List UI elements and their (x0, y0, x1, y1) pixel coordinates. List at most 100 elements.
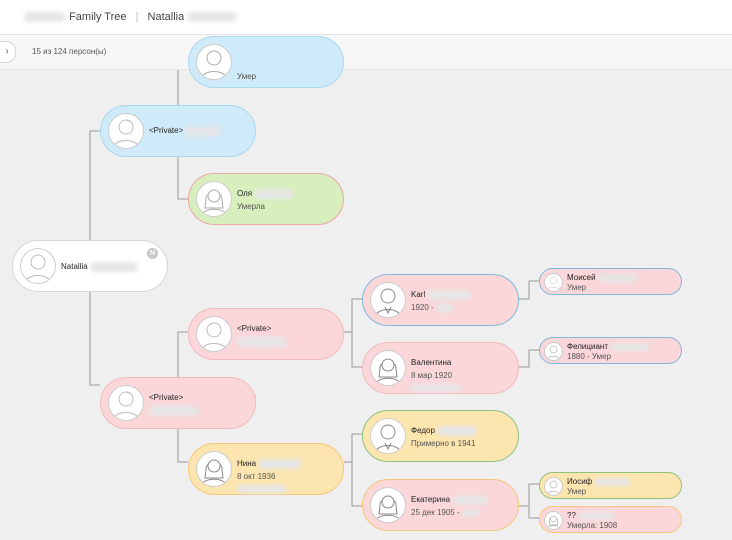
blurred-surname (610, 342, 651, 351)
person-name-label: Иосиф (567, 477, 631, 486)
person-count: 15 из 124 персон(ы) (32, 47, 107, 56)
silhouette-avatar-icon (108, 113, 144, 149)
blurred-surname (597, 273, 638, 282)
person-name-text: Оля (237, 189, 253, 199)
person-name-text: Фелициант (567, 342, 608, 351)
person-name-text: Валентина (411, 358, 452, 367)
person-life-info: Умер (567, 487, 587, 496)
person-name-text: Моисей (567, 273, 596, 282)
person-card-private-paternal[interactable]: <Private> (100, 105, 256, 157)
person-life-text: 1920 - (411, 303, 434, 313)
person-name[interactable]: Natallia (148, 11, 185, 23)
blurred-surname (452, 495, 489, 505)
male-avatar-icon (544, 342, 563, 361)
silhouette-avatar-icon (20, 248, 56, 284)
person-name-label: Моисей (567, 273, 638, 282)
blurred-detail (237, 337, 287, 347)
blurred-surname (258, 459, 303, 469)
person-name-label: Оля (237, 189, 295, 199)
blurred-surname (89, 262, 138, 272)
blurred-place (237, 484, 287, 493)
person-life-info: Умер (237, 72, 257, 81)
header-separator: | (135, 11, 139, 23)
person-life-info: Умерла: 1908 (567, 521, 618, 530)
tree-title[interactable]: Family Tree (69, 11, 126, 23)
person-name-label: <Private> (149, 393, 184, 402)
person-life-text: 25 дек 1905 - (411, 508, 460, 517)
person-name-text: Екатерина (411, 495, 451, 505)
person-card-private-maternal-father[interactable]: <Private> (188, 308, 344, 360)
blurred-detail (237, 484, 287, 493)
person-card-olya[interactable]: Оля Умерла (188, 173, 344, 225)
male-avatar-icon (544, 477, 563, 496)
person-name-text: ?? (567, 511, 576, 520)
header-breadcrumb: Family Tree | Natallia (24, 11, 238, 23)
person-name-label: Федор (411, 426, 478, 436)
silhouette-avatar-icon (544, 273, 563, 292)
female-avatar-icon (370, 487, 406, 523)
blurred-surname (427, 290, 472, 300)
person-name-text: Natallia (61, 262, 88, 272)
person-name-label: Валентина (411, 358, 451, 367)
silhouette-avatar-icon (196, 316, 232, 352)
sidebar-toggle-button[interactable]: › (0, 41, 16, 63)
person-life-info: 25 дек 1905 - (411, 508, 480, 517)
person-card-iosif[interactable]: Иосиф Умер (539, 472, 682, 499)
person-name-label: Natallia (61, 262, 138, 272)
person-card-root[interactable]: Natallia N (12, 240, 168, 292)
person-card-moisey[interactable]: Моисей Умер (539, 268, 682, 295)
person-card-fedor[interactable]: Федор Примерно в 1941 (362, 410, 519, 462)
blurred-surname (237, 337, 287, 347)
person-name-text: Karl (411, 290, 426, 300)
male-avatar-icon (196, 44, 232, 80)
female-avatar-icon (544, 511, 563, 530)
male-avatar-icon (370, 418, 406, 454)
person-name-text: <Private> (149, 126, 184, 136)
person-name-label: Фелициант (567, 342, 651, 351)
person-card-karl[interactable]: Karl 1920 - (362, 274, 519, 326)
app-header: Family Tree | Natallia (0, 0, 732, 35)
blurred-surname (24, 12, 66, 23)
person-name-label: <Private> (149, 126, 222, 136)
blurred-surname (149, 406, 199, 416)
toolbar: › 15 из 124 персон(ы) (0, 35, 732, 70)
female-avatar-icon (196, 181, 232, 217)
blurred-surname (437, 426, 478, 436)
blurred-surname (185, 126, 222, 136)
person-life-info: Примерно в 1941 (411, 439, 476, 448)
person-card-ekaterina[interactable]: Екатерина 25 дек 1905 - (362, 479, 519, 531)
tree-canvas[interactable]: Умер <Private> Оля Умерла Natallia N <Pr… (0, 36, 732, 540)
person-name-text: Иосиф (567, 477, 593, 486)
root-person-badge: N (147, 248, 158, 259)
person-name-label: Нина (237, 459, 303, 469)
person-card-feliciant[interactable]: Фелициант 1880 - Умер (539, 337, 682, 364)
female-avatar-icon (370, 350, 406, 386)
blurred-surname (254, 189, 295, 199)
chevron-right-icon: › (5, 46, 9, 57)
blurred-detail (149, 406, 199, 416)
person-name-label: ?? (567, 511, 615, 520)
person-life-info: Умер (567, 283, 587, 292)
blurred-surname (187, 12, 238, 23)
silhouette-avatar-icon (108, 385, 144, 421)
person-name-text: Федор (411, 426, 435, 436)
blurred-surname (578, 511, 615, 520)
blurred-surname (594, 477, 631, 486)
blurred-date (435, 303, 454, 313)
female-avatar-icon (196, 451, 232, 487)
person-card-nina[interactable]: Нина 8 окт 1936 (188, 443, 344, 495)
person-card-unknown[interactable]: ?? Умерла: 1908 (539, 506, 682, 533)
person-card-private-maternal[interactable]: <Private> (100, 377, 256, 429)
person-card-partial[interactable]: Умер (188, 36, 344, 88)
blurred-detail (411, 383, 461, 392)
person-life-info: 8 мар 1920 (411, 371, 453, 380)
blurred-place (411, 383, 461, 392)
person-card-valentina[interactable]: Валентина 8 мар 1920 (362, 342, 519, 394)
person-name-label: Karl (411, 290, 472, 300)
person-name-label: Екатерина (411, 495, 489, 505)
person-name-text: Нина (237, 459, 257, 469)
person-life-info: Умерла (237, 202, 265, 211)
person-name-label: <Private> (237, 324, 272, 333)
male-avatar-icon (370, 282, 406, 318)
blurred-date (461, 508, 480, 517)
